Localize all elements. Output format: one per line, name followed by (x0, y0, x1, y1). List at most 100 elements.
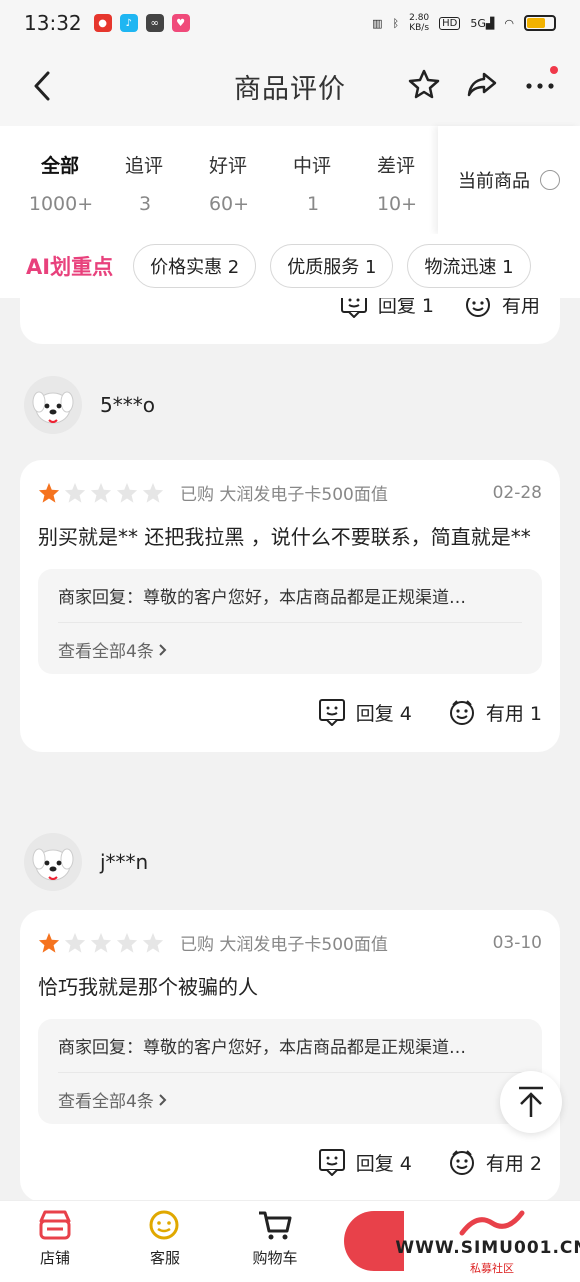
review-date: 02-28 (492, 482, 542, 503)
useful-button[interactable]: 有用 1 (448, 698, 542, 726)
useful-icon (465, 298, 490, 317)
tab-label: 好评 (208, 155, 247, 177)
star-filled-icon (38, 932, 60, 953)
vibrate-icon: ▥ (372, 16, 383, 30)
useful-label: 有用 (501, 298, 540, 317)
reply-button[interactable]: 回复 1 (340, 298, 434, 318)
user-name: j***n (100, 850, 149, 874)
customer-service-button[interactable]: 客服 (110, 1201, 220, 1282)
star-empty-icon (90, 932, 112, 953)
battery-icon (524, 15, 556, 31)
net-speed: 2.80 KB/s (409, 13, 429, 33)
review-text[interactable]: 别买就是** 还把我拉黑 ，说什么不要联系，简直就是** (20, 505, 560, 555)
store-label: 店铺 (39, 1249, 70, 1267)
chevron-right-icon (159, 643, 167, 656)
star-empty-icon (90, 482, 112, 503)
merchant-reply-box[interactable]: 商家回复：尊敬的客户您好，本店商品都是正规渠道… 查看全部4条 (38, 1019, 542, 1124)
share-icon (467, 72, 497, 97)
useful-icon (449, 1150, 474, 1175)
chip-service[interactable]: 优质服务 1 (270, 244, 394, 288)
service-icon (149, 1210, 179, 1240)
tab-neutral[interactable]: 中评 1 (270, 126, 354, 234)
star-rating (38, 482, 164, 504)
useful-button[interactable]: 有用 2 (448, 1148, 542, 1176)
store-button[interactable]: 店铺 (0, 1201, 110, 1282)
dog-avatar-icon (32, 391, 74, 424)
star-rating (38, 932, 164, 954)
useful-icon (449, 700, 474, 725)
cart-label: 购物车 (252, 1249, 298, 1267)
star-empty-icon (116, 932, 138, 953)
purchased-item: 已购 大润发电子卡500面值 (180, 485, 388, 505)
weibo-icon: ● (93, 14, 112, 32)
useful-label: 有用 1 (485, 702, 542, 725)
chip-logistics[interactable]: 物流迅速 1 (407, 244, 531, 288)
share-button[interactable] (464, 66, 500, 102)
see-all-label: 查看全部4条 (58, 642, 154, 662)
ai-highlights-row: AI划重点 价格实惠 2 优质服务 1 物流迅速 1 (0, 234, 580, 298)
reply-label: 回复 4 (355, 702, 412, 725)
arrow-up-icon (519, 1086, 543, 1117)
avatar[interactable] (24, 833, 82, 891)
title-bar: 商品评价 (0, 46, 580, 126)
signal-label: 5G (470, 16, 486, 30)
avatar[interactable] (24, 376, 82, 434)
star-outline-icon (408, 69, 440, 99)
tab-count: 3 (138, 193, 152, 215)
review-date: 03-10 (492, 932, 542, 953)
status-app-icons: ● ♪ ∞ ♥ (93, 14, 190, 32)
watermark-sub: 私募社区 (470, 1262, 514, 1275)
tab-label: 中评 (292, 155, 331, 177)
tab-count: 1000+ (28, 193, 94, 215)
tab-follow-up[interactable]: 追评 3 (102, 126, 186, 234)
reviewer-header[interactable]: 5***o (24, 376, 155, 434)
cart-button[interactable]: 购物车 (220, 1201, 330, 1282)
reviewer-header[interactable]: j***n (24, 833, 148, 891)
net-speed-unit: KB/s (409, 23, 430, 33)
bluetooth-icon: ᛒ (392, 16, 400, 30)
see-all-replies-link[interactable]: 查看全部4条 (58, 1073, 522, 1112)
star-empty-icon (142, 482, 164, 503)
user-name: 5***o (100, 393, 155, 417)
back-button[interactable] (22, 66, 62, 106)
see-all-replies-link[interactable]: 查看全部4条 (58, 623, 522, 662)
more-button[interactable] (522, 66, 558, 102)
watermark: WWW.SIMU001.CN 私募社区 (395, 1201, 580, 1282)
reply-label: 回复 4 (355, 1152, 412, 1175)
tab-negative[interactable]: 差评 10+ (354, 126, 438, 234)
tab-label: 追评 (124, 155, 163, 177)
review-list[interactable]: 回复 1 有用 5***o 已购 大润发电子卡500面值 02-28 别买就是*… (0, 298, 580, 1200)
tab-count: 1 (306, 193, 320, 215)
reply-button[interactable]: 回复 4 (318, 698, 412, 726)
signal-icon: 5G▟ (470, 16, 495, 30)
tab-all[interactable]: 全部 1000+ (18, 126, 102, 234)
app-icon: ♥ (171, 14, 190, 32)
see-all-label: 查看全部4条 (58, 1092, 154, 1112)
star-empty-icon (116, 482, 138, 503)
review-filter-tabs: 全部 1000+ 追评 3 好评 60+ 中评 1 差评 10+ 当前商品 (0, 126, 580, 234)
scroll-to-top-button[interactable] (500, 1071, 562, 1133)
service-label: 客服 (149, 1249, 180, 1267)
current-goods-label: 当前商品 (458, 171, 530, 192)
star-empty-icon (64, 482, 86, 503)
tab-positive[interactable]: 好评 60+ (186, 126, 270, 234)
current-goods-toggle[interactable]: 当前商品 (438, 126, 580, 234)
notification-dot (550, 66, 558, 74)
useful-button[interactable]: 有用 (464, 298, 540, 318)
status-bar: 13:32 ● ♪ ∞ ♥ ▥ ᛒ 2.80 KB/s HD 5G▟ ◠ (0, 0, 580, 46)
reply-icon (318, 699, 345, 726)
merchant-reply: 商家回复：尊敬的客户您好，本店商品都是正规渠道… (58, 1033, 522, 1073)
tab-count: 10+ (376, 193, 418, 215)
star-filled-icon (38, 482, 60, 503)
review-text[interactable]: 恰巧我就是那个被骗的人 (20, 955, 560, 1005)
net-speed-value: 2.80 (409, 13, 430, 23)
merchant-reply-box[interactable]: 商家回复：尊敬的客户您好，本店商品都是正规渠道… 查看全部4条 (38, 569, 542, 674)
favorite-button[interactable] (406, 66, 442, 102)
useful-label: 有用 2 (485, 1152, 542, 1175)
chip-price[interactable]: 价格实惠 2 (133, 244, 257, 288)
reply-label: 回复 1 (377, 298, 434, 317)
reply-button[interactable]: 回复 4 (318, 1148, 412, 1176)
cart-icon (259, 1211, 292, 1240)
status-indicators: ▥ ᛒ 2.80 KB/s HD 5G▟ ◠ (372, 13, 556, 33)
bottom-bar: 店铺 客服 购物车 WWW.SIMU001.CN 私募社区 (0, 1200, 580, 1282)
